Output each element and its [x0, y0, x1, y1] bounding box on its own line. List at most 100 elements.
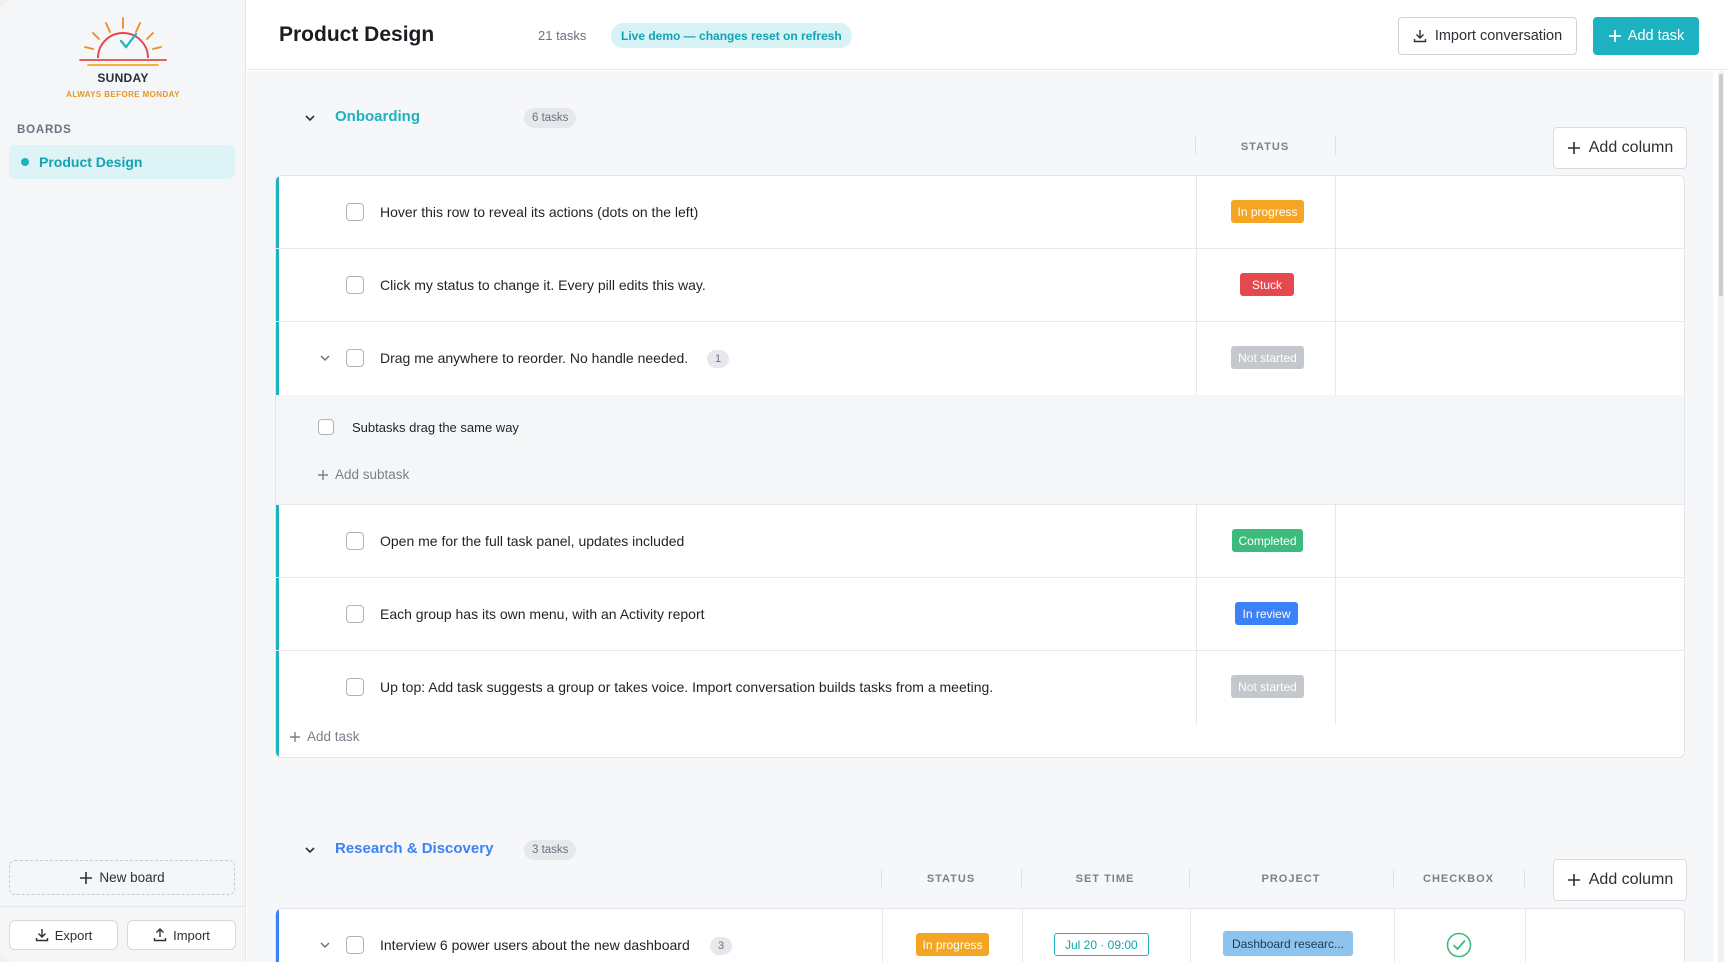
- column-header-checkbox[interactable]: CHECKBOX: [1393, 873, 1524, 885]
- status-pill[interactable]: In progress: [1231, 200, 1304, 223]
- status-pill[interactable]: Stuck: [1240, 273, 1294, 296]
- plus-icon: [80, 871, 93, 884]
- status-pill[interactable]: Not started: [1231, 675, 1304, 698]
- cell-divider: [1196, 578, 1197, 650]
- cell-divider: [1190, 909, 1191, 962]
- task-name[interactable]: Hover this row to reveal its actions (do…: [380, 204, 698, 220]
- add-task-button[interactable]: Add task: [1593, 17, 1699, 55]
- add-subtask-button[interactable]: Add subtask: [317, 467, 409, 482]
- status-pill[interactable]: Completed: [1232, 529, 1303, 552]
- subtask-checkbox[interactable]: [318, 419, 334, 435]
- import-label: Import: [173, 927, 210, 943]
- sun-logo-icon: [79, 17, 167, 66]
- upload-icon: [153, 928, 167, 942]
- chevron-down-icon[interactable]: [319, 939, 331, 951]
- chevron-down-icon[interactable]: [303, 843, 317, 857]
- app-window: SUNDAY ALWAYS BEFORE MONDAY BOARDS Produ…: [0, 0, 1729, 962]
- task-checkbox[interactable]: [346, 605, 364, 623]
- task-name[interactable]: Open me for the full task panel, updates…: [380, 533, 684, 549]
- group-header-onboarding: Onboarding 6 tasks: [247, 105, 647, 133]
- column-separator: [1524, 869, 1525, 887]
- subtask-count-badge[interactable]: 3: [710, 937, 732, 955]
- add-column-button[interactable]: Add column: [1553, 127, 1687, 169]
- task-checkbox[interactable]: [346, 678, 364, 696]
- task-name[interactable]: Interview 6 power users about the new da…: [380, 937, 690, 953]
- task-checkbox[interactable]: [346, 936, 364, 954]
- table-row[interactable]: Interview 6 power users about the new da…: [276, 909, 1684, 962]
- status-pill[interactable]: In review: [1235, 602, 1298, 625]
- new-board-button[interactable]: New board: [9, 860, 235, 895]
- table-row[interactable]: Drag me anywhere to reorder. No handle n…: [276, 322, 1684, 395]
- table-row[interactable]: Up top: Add task suggests a group or tak…: [276, 651, 1684, 724]
- task-name[interactable]: Drag me anywhere to reorder. No handle n…: [380, 350, 688, 366]
- plus-icon: [1567, 874, 1580, 886]
- column-header-set-time[interactable]: SET TIME: [1021, 873, 1189, 885]
- group-task-count: 6 tasks: [524, 108, 577, 128]
- chevron-down-icon[interactable]: [303, 111, 317, 125]
- plus-icon: [318, 469, 328, 480]
- sidebar-divider: [0, 906, 246, 907]
- download-icon: [35, 929, 48, 942]
- cell-divider: [1196, 322, 1197, 395]
- import-button[interactable]: Import: [127, 920, 236, 950]
- cell-divider: [1196, 505, 1197, 577]
- cell-divider: [1196, 249, 1197, 321]
- scrollbar-thumb[interactable]: [1719, 74, 1723, 296]
- chevron-down-icon[interactable]: [319, 352, 331, 364]
- subtask-count-badge[interactable]: 1: [707, 350, 729, 368]
- task-name[interactable]: Click my status to change it. Every pill…: [380, 277, 706, 293]
- plus-icon: [290, 731, 300, 742]
- cell-divider: [1335, 651, 1336, 724]
- task-name[interactable]: Each group has its own menu, with an Act…: [380, 606, 705, 622]
- add-task-label: Add task: [1627, 28, 1685, 44]
- task-checkbox[interactable]: [346, 276, 364, 294]
- check-circle-icon[interactable]: [1446, 932, 1472, 958]
- cell-divider: [1196, 651, 1197, 724]
- add-column-button[interactable]: Add column: [1553, 859, 1687, 901]
- cell-divider: [1335, 505, 1336, 577]
- column-header-project[interactable]: PROJECT: [1189, 873, 1393, 885]
- group-task-count: 3 tasks: [524, 840, 577, 860]
- status-pill[interactable]: Not started: [1231, 346, 1304, 369]
- subtask-name[interactable]: Subtasks drag the same way: [352, 420, 519, 435]
- column-separator: [1335, 137, 1336, 155]
- task-checkbox[interactable]: [346, 349, 364, 367]
- cell-divider: [882, 909, 883, 962]
- table-row[interactable]: Each group has its own menu, with an Act…: [276, 578, 1684, 651]
- column-header-status[interactable]: STATUS: [1195, 141, 1335, 153]
- cell-divider: [1022, 909, 1023, 962]
- task-name[interactable]: Up top: Add task suggests a group or tak…: [380, 679, 993, 695]
- task-checkbox[interactable]: [346, 532, 364, 550]
- task-checkbox[interactable]: [346, 203, 364, 221]
- sunday-logo: SUNDAY ALWAYS BEFORE MONDAY: [58, 14, 188, 104]
- group-table-research: Interview 6 power users about the new da…: [275, 908, 1685, 962]
- board-header: Product Design 21 tasks Live demo — chan…: [247, 0, 1729, 70]
- export-label: Export: [54, 927, 93, 943]
- page-title: Product Design: [279, 23, 435, 46]
- table-row[interactable]: Hover this row to reveal its actions (do…: [276, 176, 1684, 249]
- column-header-status[interactable]: STATUS: [881, 873, 1021, 885]
- table-row[interactable]: Open me for the full task panel, updates…: [276, 505, 1684, 578]
- group-title[interactable]: Research & Discovery: [335, 840, 493, 857]
- add-column-label: Add column: [1588, 871, 1674, 888]
- set-time-pill[interactable]: Jul 20 · 09:00: [1054, 933, 1149, 956]
- cell-divider: [1335, 322, 1336, 395]
- cell-divider: [1335, 249, 1336, 321]
- status-pill[interactable]: In progress: [916, 933, 989, 956]
- board-color-dot: [21, 158, 29, 166]
- sidebar-item-product-design[interactable]: Product Design: [9, 145, 235, 179]
- plus-icon: [1608, 30, 1621, 42]
- project-pill[interactable]: Dashboard researc...: [1223, 931, 1354, 956]
- board-task-count: 21 tasks: [538, 28, 587, 43]
- add-column-label: Add column: [1588, 139, 1674, 156]
- cell-divider: [1335, 578, 1336, 650]
- group-table-onboarding: Hover this row to reveal its actions (do…: [275, 175, 1685, 758]
- import-conversation-label: Import conversation: [1434, 28, 1563, 44]
- cell-divider: [1196, 176, 1197, 248]
- import-conversation-button[interactable]: Import conversation: [1398, 17, 1577, 55]
- table-row[interactable]: Click my status to change it. Every pill…: [276, 249, 1684, 322]
- export-button[interactable]: Export: [9, 920, 118, 950]
- group-title[interactable]: Onboarding: [335, 108, 420, 125]
- cell-divider: [1394, 909, 1395, 962]
- add-task-row-button[interactable]: Add task: [289, 729, 360, 744]
